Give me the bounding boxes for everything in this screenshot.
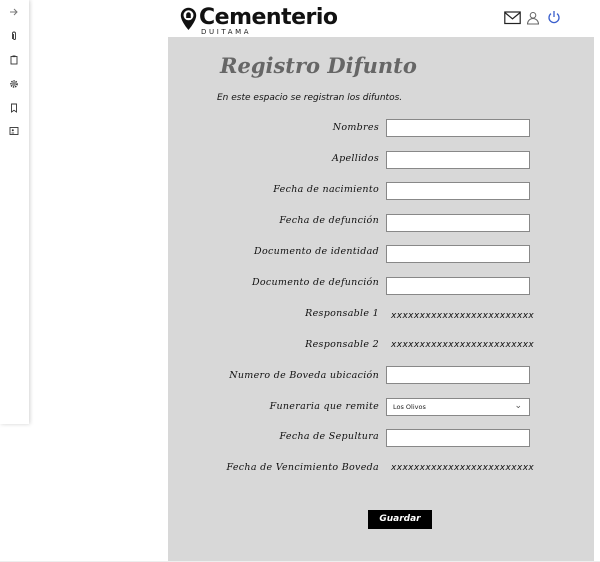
responsable-1-label: Responsable 1: [305, 308, 379, 319]
boveda-ubicacion-label: Numero de Boveda ubicación: [229, 370, 379, 381]
user-icon[interactable]: [526, 10, 540, 29]
nombres-label: Nombres: [332, 122, 379, 133]
documento-identidad-input[interactable]: [386, 245, 530, 263]
funeraria-selected-value: Los Olivos: [393, 403, 426, 411]
clipboard-icon[interactable]: [8, 54, 20, 66]
responsable-1-value: xxxxxxxxxxxxxxxxxxxxxxxxx: [391, 311, 535, 321]
fecha-defuncion-label: Fecha de defunción: [279, 215, 379, 226]
apellidos-label: Apellidos: [331, 153, 379, 164]
brand-title: Cementerio: [199, 5, 338, 30]
fecha-vencimiento-value: xxxxxxxxxxxxxxxxxxxxxxxxx: [391, 463, 535, 473]
id-card-icon[interactable]: [8, 125, 20, 137]
nombres-input[interactable]: [386, 119, 530, 137]
save-button[interactable]: Guardar: [368, 510, 432, 529]
responsable-2-value: xxxxxxxxxxxxxxxxxxxxxxxxx: [391, 340, 535, 350]
form-panel: Registro Difunto En este espacio se regi…: [168, 37, 594, 561]
fecha-sepultura-input[interactable]: [386, 429, 530, 447]
form-intro: En este espacio se registran los difunto…: [217, 93, 403, 103]
brand-subtitle: DUITAMA: [201, 28, 252, 36]
chevron-down-icon: ⌄: [514, 401, 522, 411]
power-icon[interactable]: [547, 10, 561, 29]
fecha-sepultura-label: Fecha de Sepultura: [279, 431, 379, 442]
fecha-defuncion-input[interactable]: [386, 214, 530, 232]
funeraria-select[interactable]: Los Olivos ⌄: [386, 398, 530, 416]
location-pin-icon: [180, 7, 197, 31]
page-title: Registro Difunto: [220, 53, 417, 78]
documento-defuncion-label: Documento de defunción: [251, 277, 379, 288]
documento-identidad-label: Documento de identidad: [254, 246, 379, 257]
funeraria-label: Funeraria que remite: [269, 401, 379, 412]
paperclip-icon[interactable]: [8, 30, 20, 42]
fecha-nacimiento-label: Fecha de nacimiento: [273, 184, 379, 195]
responsable-2-label: Responsable 2: [305, 339, 379, 350]
arrow-right-icon[interactable]: [8, 6, 20, 18]
bookmark-icon[interactable]: [8, 102, 20, 114]
mail-icon[interactable]: [504, 10, 521, 29]
fecha-nacimiento-input[interactable]: [386, 182, 530, 200]
sidebar: [0, 0, 29, 424]
documento-defuncion-input[interactable]: [386, 277, 530, 295]
apellidos-input[interactable]: [386, 151, 530, 169]
boveda-ubicacion-input[interactable]: [386, 366, 530, 384]
fecha-vencimiento-label: Fecha de Vencimiento Boveda: [226, 462, 379, 473]
gear-icon[interactable]: [8, 78, 20, 90]
